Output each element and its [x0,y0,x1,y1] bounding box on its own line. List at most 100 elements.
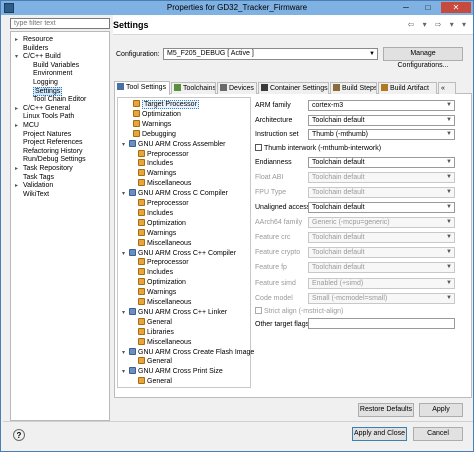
history-nav-buttons[interactable]: ⇦ ▾ ⇨ ▾ ▾ [408,20,469,29]
chevron-down-icon[interactable]: ▾ [122,190,129,199]
cancel-button[interactable]: Cancel [413,427,463,441]
tool-option-item[interactable]: Target Processor [133,100,199,109]
tool-option-item[interactable]: Miscellaneous [138,238,191,248]
restore-defaults-button[interactable]: Restore Defaults [358,403,414,417]
chevron-down-icon[interactable]: ▾ [122,250,129,259]
tool-option-item[interactable]: General [138,377,172,386]
chevron-down-icon[interactable]: ▾ [122,368,129,377]
tool-option-item[interactable]: Includes [138,208,173,218]
title-bar[interactable]: Properties for GD32_Tracker_Firmware ─ □… [1,1,473,15]
help-icon[interactable]: ? [13,429,25,441]
feature-crc-select[interactable]: Toolchain default ▼ [308,232,455,243]
sidebar-item-label: Project References [23,139,83,147]
endianness-label: Endianness [255,159,292,166]
tool-group-item[interactable]: ▾ GNU ARM Cross C++ Linker [122,307,227,318]
tool-group-item[interactable]: ▾ GNU ARM Cross Print Size [122,367,223,376]
tab-label: Build Artifact [390,85,429,92]
code-model-label: Code model [255,295,293,302]
settings-page-icon [138,228,145,236]
expand-toggle-icon[interactable]: ▾ [15,53,23,62]
tool-option-item[interactable]: Miscellaneous [138,179,191,188]
architecture-select[interactable]: Toolchain default ▼ [308,115,455,126]
tool-option-item[interactable]: Preprocessor [138,149,189,159]
checkbox-box[interactable] [255,307,262,314]
tab-label: Toolchains [183,85,216,92]
feature-simd-select[interactable]: Enabled (+simd) ▼ [308,278,455,289]
instruction-set-select[interactable]: Thumb (-mthumb) ▼ [308,129,455,140]
tool-option-item[interactable]: Preprocessor [138,258,189,267]
code-model-select[interactable]: Small (-mcmodel=small) ▼ [308,293,455,304]
tab-toolchains[interactable]: Toolchains [171,82,216,94]
configuration-select[interactable]: M5_F205_DEBUG [ Active ] ▼ [163,48,378,60]
tab-devices[interactable]: Devices [217,82,257,94]
tool-option-item[interactable]: Warnings [133,119,171,129]
checkbox-box[interactable] [255,144,262,151]
tool-option-item[interactable]: Includes [138,268,173,277]
tool-option-item[interactable]: Includes [138,159,173,168]
tool-icon [129,189,136,197]
configuration-label: Configuration: [116,51,160,58]
thumb-interwork-checkbox[interactable]: Thumb interwork (-mthumb-interwork) [255,144,381,152]
endianness-select[interactable]: Toolchain default ▼ [308,157,455,168]
sidebar-item-label: Builders [23,44,49,52]
feature-crypto-label: Feature crypto [255,249,301,256]
feature-crypto-select[interactable]: Toolchain default ▼ [308,247,455,258]
chevron-down-icon: ▼ [446,174,452,180]
tool-option-item[interactable]: Libraries [138,327,174,337]
apply-and-close-button[interactable]: Apply and Close [352,427,407,441]
sidebar-item-wikitext[interactable]: WikiText [15,190,49,199]
settings-page-icon [138,268,145,276]
chevron-down-icon[interactable]: ▾ [122,309,129,318]
unaligned-access-label: Unaligned access [255,204,311,211]
tree-item-label: Target Processor [142,100,199,109]
tab-build-artifact[interactable]: Build Artifact [378,82,437,94]
tool-option-item[interactable]: Warnings [138,288,176,297]
tool-icon [129,248,136,256]
manage-configurations-button[interactable]: Manage Configurations... [383,47,463,69]
tool-option-item[interactable]: Optimization [138,278,186,287]
tool-option-item[interactable]: Warnings [138,228,176,238]
filter-input[interactable] [10,18,110,29]
tool-group-item[interactable]: ▾ GNU ARM Cross Create Flash Image [122,347,254,358]
tool-option-item[interactable]: Warnings [138,169,176,178]
arm-family-select[interactable]: cortex-m3 ▼ [308,100,455,111]
minimize-button[interactable]: ─ [395,2,417,13]
fpu-type-label: FPU Type [255,189,286,196]
tool-option-item[interactable]: General [138,357,172,366]
tree-item-label: General [147,318,172,326]
unaligned-access-select[interactable]: Toolchain default ▼ [308,202,455,213]
tab-container-settings[interactable]: Container Settings [258,82,329,94]
float-abi-label: Float ABI [255,174,284,181]
tool-option-item[interactable]: Optimization [138,218,186,228]
tab-tool-settings[interactable]: Tool Settings [114,81,170,95]
settings-page-icon [138,327,145,335]
aarch64-family-select[interactable]: Generic (-mcpu=generic) ▼ [308,217,455,228]
apply-button[interactable]: Apply [419,403,463,417]
tool-option-item[interactable]: General [138,317,172,327]
other-target-flags-input[interactable] [308,318,455,329]
tab-build-steps[interactable]: Build Steps [330,82,377,94]
tool-group-item[interactable]: ▾ GNU ARM Cross C Compiler [122,189,228,198]
chevron-down-icon[interactable]: ▾ [122,349,129,358]
strict-align-label: Strict align (-mstrict-align) [264,308,344,315]
float-abi-select[interactable]: Toolchain default ▼ [308,172,455,183]
fpu-type-select[interactable]: Toolchain default ▼ [308,187,455,198]
tool-option-item[interactable]: Preprocessor [138,199,189,208]
strict-align-checkbox[interactable]: Strict align (-mstrict-align) [255,307,343,315]
tool-group-item[interactable]: ▾ GNU ARM Cross Assembler [122,139,226,150]
feature-fp-select[interactable]: Toolchain default ▼ [308,262,455,273]
chevron-down-icon[interactable]: ▾ [122,141,129,150]
tool-option-item[interactable]: Miscellaneous [138,298,191,307]
close-button[interactable]: ✕ [441,2,471,13]
settings-page-icon [138,278,145,286]
tool-option-item[interactable]: Miscellaneous [138,337,191,347]
sidebar-item-label: C/C++ Build [23,53,61,61]
tool-option-item[interactable]: Optimization [133,109,181,119]
settings-page-icon [138,357,145,365]
maximize-button[interactable]: □ [417,2,439,13]
tab-icon [220,84,227,91]
tool-option-item[interactable]: Debugging [133,129,176,139]
tool-group-item[interactable]: ▾ GNU ARM Cross C++ Compiler [122,248,236,259]
tree-item-label: Includes [147,269,174,277]
tab-overflow[interactable]: « [438,82,456,94]
